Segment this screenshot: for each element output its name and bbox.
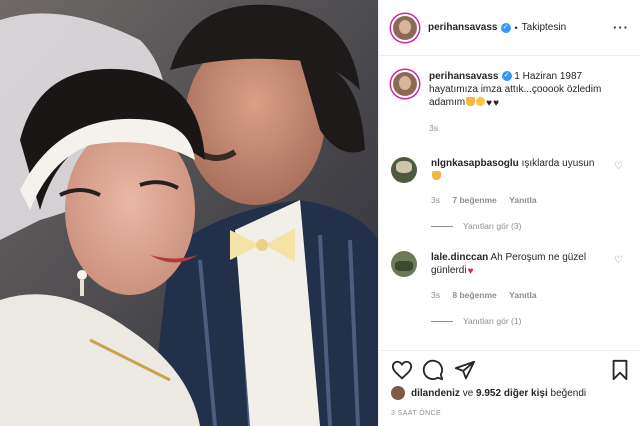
- caption-body: hayatımıza imza attık...çooook özledim a…: [429, 84, 602, 108]
- send-paper-plane-icon[interactable]: [454, 359, 476, 381]
- black-heart-emoji-icon: ♥: [486, 98, 493, 109]
- comment-text: ışıklarda uyusun: [521, 158, 595, 169]
- view-replies-label: Yanıtları gör (1): [463, 316, 522, 326]
- sad-face-emoji-icon: [476, 97, 486, 106]
- caption-username[interactable]: perihansavass: [429, 71, 499, 82]
- comment-heart-icon[interactable]: ♡: [614, 161, 623, 172]
- comment-body: lale.dinccan Ah Peroşum ne güzel günlerd…: [431, 251, 601, 278]
- separator-dot: •: [514, 22, 518, 33]
- praying-hands-emoji-icon: [466, 97, 476, 106]
- comment-bubble-icon[interactable]: [422, 359, 444, 381]
- praying-hands-emoji-icon: [432, 171, 441, 180]
- caption-date: 1 Haziran 1987: [514, 71, 583, 82]
- comment-item: lale.dinccan Ah Peroşum ne güzel günlerd…: [391, 251, 631, 326]
- comment-time[interactable]: 3s: [431, 290, 440, 300]
- comment-time[interactable]: 3s: [431, 195, 440, 205]
- more-options-icon[interactable]: ···: [613, 20, 629, 35]
- likes-connector: ve: [462, 387, 474, 399]
- liker-username[interactable]: dilandeniz: [411, 388, 460, 399]
- caption-timestamp[interactable]: 3s: [429, 122, 624, 135]
- caption-author-avatar[interactable]: [391, 70, 419, 98]
- bookmark-icon[interactable]: [609, 359, 631, 381]
- view-replies-button[interactable]: Yanıtları gör (3): [431, 221, 631, 231]
- view-replies-label: Yanıtları gör (3): [463, 221, 522, 231]
- reply-button[interactable]: Yanıtla: [509, 195, 536, 205]
- reply-button[interactable]: Yanıtla: [509, 290, 536, 300]
- view-replies-button[interactable]: Yanıtları gör (1): [431, 316, 631, 326]
- post-side-panel: perihansavass ✓ • Takiptesin ··· perihan…: [378, 0, 640, 426]
- liker-avatar[interactable]: [391, 386, 405, 400]
- heart-icon[interactable]: [391, 359, 413, 381]
- comment-heart-icon[interactable]: ♡: [614, 255, 623, 266]
- follow-status[interactable]: Takiptesin: [522, 22, 566, 33]
- comment-meta: 3s 7 beğenme Yanıtla: [431, 195, 631, 205]
- wedding-photo-illustration: [0, 0, 378, 426]
- likes-suffix: beğendi: [550, 387, 587, 399]
- comment-item: nlgnkasapbasoglu ışıklarda uyusun ♡ 3s 7…: [391, 157, 631, 231]
- caption-text-block: perihansavass ✓ 1 Haziran 1987 hayatımıza…: [429, 70, 624, 135]
- comment-likes[interactable]: 7 beğenme: [452, 195, 496, 205]
- action-bar: [379, 350, 640, 390]
- comment-likes[interactable]: 8 beğenme: [452, 290, 496, 300]
- replies-divider: [431, 320, 453, 322]
- comment-body: nlgnkasapbasoglu ışıklarda uyusun: [431, 157, 601, 183]
- post-caption: perihansavass ✓ 1 Haziran 1987 hayatımıza…: [391, 70, 631, 135]
- verified-badge-icon: ✓: [500, 22, 511, 33]
- post-age[interactable]: 3 SAAT ÖNCE: [391, 410, 441, 417]
- black-heart-emoji-icon: ♥: [493, 98, 499, 109]
- comment-meta: 3s 8 beğenme Yanıtla: [431, 290, 631, 300]
- commenter-username[interactable]: nlgnkasapbasoglu: [431, 158, 519, 169]
- likes-summary[interactable]: dilandeniz ve 9.952 diğer kişi beğendi: [391, 386, 586, 400]
- likes-count[interactable]: 9.952 diğer kişi: [476, 388, 548, 399]
- replies-divider: [431, 225, 453, 227]
- commenter-username[interactable]: lale.dinccan: [431, 252, 488, 263]
- verified-badge-icon: ✓: [501, 71, 512, 82]
- author-username[interactable]: perihansavass: [428, 22, 498, 33]
- red-heart-emoji-icon: ♥: [467, 266, 474, 277]
- commenter-avatar[interactable]: [391, 251, 417, 277]
- commenter-avatar[interactable]: [391, 157, 417, 183]
- post-photo[interactable]: [0, 0, 378, 426]
- post-header: perihansavass ✓ • Takiptesin ···: [379, 0, 640, 56]
- author-avatar[interactable]: [391, 13, 419, 42]
